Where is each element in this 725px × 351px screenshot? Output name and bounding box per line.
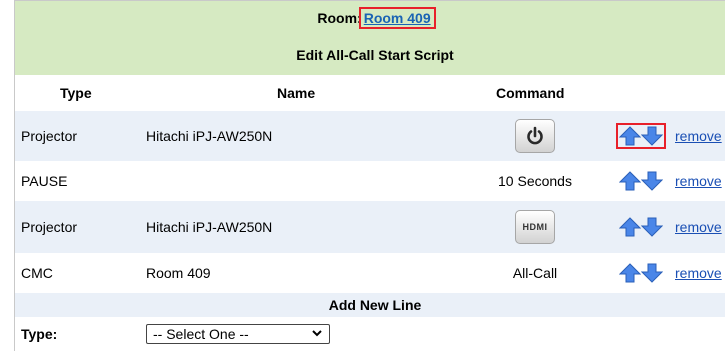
room-prefix: Room: <box>317 10 362 26</box>
type-select[interactable]: -- Select One -- <box>146 324 330 344</box>
remove-link[interactable]: remove <box>675 219 722 235</box>
room-header: Room: Room 409 <box>15 1 725 35</box>
type-label: Type: <box>21 326 58 342</box>
power-command-button[interactable] <box>515 119 555 153</box>
row-type: Projector <box>21 128 78 144</box>
row-command: All-Call <box>512 265 558 281</box>
col-command: Command <box>496 85 565 101</box>
move-up-icon[interactable] <box>619 217 641 237</box>
row-command: HDMI <box>485 201 585 253</box>
table-row: PAUSE 10 Seconds remove <box>15 161 725 201</box>
row-type: CMC <box>21 265 53 281</box>
hdmi-command-button[interactable]: HDMI <box>515 210 555 244</box>
col-type: Type <box>60 85 92 101</box>
move-down-icon[interactable] <box>641 171 663 191</box>
remove-link[interactable]: remove <box>675 128 722 144</box>
add-new-line-heading: Add New Line <box>15 293 725 317</box>
move-up-icon[interactable] <box>619 263 641 283</box>
move-down-icon[interactable] <box>641 126 663 146</box>
hdmi-icon: HDMI <box>522 222 548 232</box>
move-arrows <box>619 217 663 237</box>
script-editor-panel: Room: Room 409 Edit All-Call Start Script… <box>14 0 725 351</box>
col-name: Name <box>277 85 316 101</box>
row-command: 10 Seconds <box>498 173 572 189</box>
move-arrows <box>616 123 666 149</box>
power-icon <box>527 126 543 145</box>
chevron-down-icon <box>311 327 323 342</box>
row-type: PAUSE <box>21 173 68 189</box>
move-down-icon[interactable] <box>641 217 663 237</box>
move-up-icon[interactable] <box>619 126 641 146</box>
page-title: Edit All-Call Start Script <box>15 35 725 75</box>
move-down-icon[interactable] <box>641 263 663 283</box>
table-row: Projector Hitachi iPJ-AW250N HDMI remove <box>15 201 725 253</box>
row-order-controls <box>617 161 665 201</box>
move-up-icon[interactable] <box>619 171 641 191</box>
table-row: Projector Hitachi iPJ-AW250N remove <box>15 111 725 161</box>
row-order-controls <box>616 111 666 161</box>
room-link[interactable]: Room 409 <box>358 7 436 29</box>
remove-link[interactable]: remove <box>675 265 722 281</box>
column-headers: Type Name Command <box>15 75 725 111</box>
row-name: Hitachi iPJ-AW250N <box>146 128 273 144</box>
type-select-value: -- Select One -- <box>153 326 249 342</box>
move-arrows <box>619 263 663 283</box>
row-order-controls <box>617 253 665 293</box>
add-line-type-row: Type: -- Select One -- <box>15 317 725 351</box>
row-name: Hitachi iPJ-AW250N <box>146 219 273 235</box>
row-command <box>485 111 585 161</box>
row-order-controls <box>617 201 665 253</box>
row-name: Room 409 <box>146 265 211 281</box>
move-arrows <box>619 171 663 191</box>
remove-link[interactable]: remove <box>675 173 722 189</box>
row-type: Projector <box>21 219 78 235</box>
table-row: CMC Room 409 All-Call remove <box>15 253 725 293</box>
